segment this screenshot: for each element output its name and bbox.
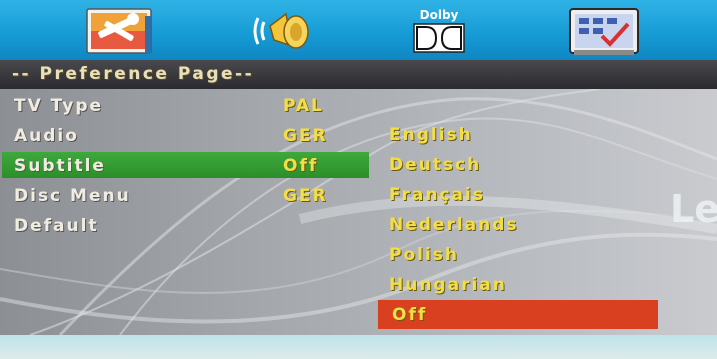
- setting-label: Default: [14, 216, 99, 236]
- setting-value: GER: [283, 126, 328, 146]
- option-nederlands[interactable]: Nederlands: [389, 215, 519, 235]
- setting-value: PAL: [283, 96, 324, 116]
- speaker-icon: [253, 12, 309, 49]
- tab-dolby-setup[interactable]: Dolby: [408, 6, 470, 56]
- setting-value: Off: [283, 156, 319, 176]
- option-english[interactable]: English: [389, 125, 473, 145]
- tools-icon: [86, 8, 152, 54]
- option-deutsch[interactable]: Deutsch: [389, 155, 481, 175]
- tab-general-setup[interactable]: [83, 6, 155, 56]
- page-title: -- Preference Page--: [12, 64, 255, 84]
- option-francais[interactable]: Français: [389, 185, 485, 205]
- bottom-strip: [0, 335, 717, 359]
- dolby-logo-text: Dolby: [420, 8, 459, 22]
- setting-label: Audio: [14, 126, 79, 146]
- background-swirl: [0, 89, 717, 335]
- option-hungarian[interactable]: Hungarian: [389, 275, 507, 295]
- setup-tab-bar: Dolby: [0, 0, 717, 60]
- dolby-icon: Dolby: [413, 8, 465, 53]
- option-off[interactable]: Off: [392, 305, 427, 325]
- page-title-bar: -- Preference Page--: [0, 60, 717, 89]
- background-brand-text: Le: [670, 187, 717, 231]
- tab-audio-setup[interactable]: [248, 6, 320, 56]
- tab-preference-setup[interactable]: [566, 6, 642, 56]
- checklist-icon: [569, 8, 639, 55]
- setting-label: TV Type: [14, 96, 104, 116]
- dvd-setup-screen: Dolby -- Preference Page-- Le TV Type PA…: [0, 0, 717, 359]
- setting-label: Subtitle: [14, 156, 106, 176]
- setting-value: GER: [283, 186, 328, 206]
- settings-panel: Le: [0, 89, 717, 335]
- option-polish[interactable]: Polish: [389, 245, 459, 265]
- setting-label: Disc Menu: [14, 186, 131, 206]
